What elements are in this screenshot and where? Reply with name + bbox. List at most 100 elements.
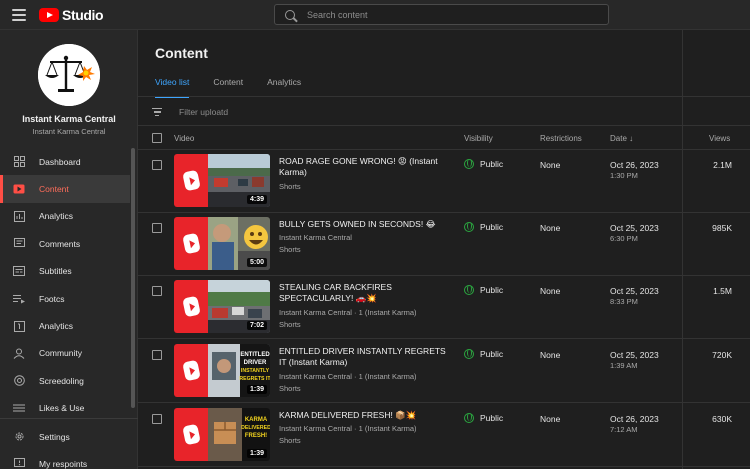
header-visibility[interactable]: Visibility: [464, 134, 493, 143]
view-count: 720K: [712, 350, 732, 360]
playlist-icon: [13, 293, 25, 304]
visibility-status[interactable]: Public: [464, 413, 503, 423]
sidebar-item-settings[interactable]: Settings: [0, 423, 130, 450]
table-header: Video Visibility Restrictions Date ↓ Vie…: [138, 126, 750, 150]
visibility-status[interactable]: Public: [464, 285, 503, 295]
video-duration: 4:39: [246, 195, 267, 204]
visibility-status[interactable]: Public: [464, 159, 503, 169]
sidebar-item-community[interactable]: Community: [0, 340, 130, 367]
visibility-label: Public: [480, 413, 504, 423]
sidebar-item-label: Content: [39, 184, 69, 195]
search-input[interactable]: [307, 9, 597, 20]
video-type: Shorts: [279, 245, 301, 254]
tab-analytics[interactable]: Analytics: [267, 77, 301, 98]
video-title[interactable]: ENTITLED DRIVER INSTANTLY REGRETS IT (In…: [279, 346, 449, 368]
view-count: 2.1M: [713, 160, 732, 170]
svg-text:DELIVERED: DELIVERED: [241, 425, 270, 431]
subtitles-icon: [13, 266, 25, 277]
sidebar-divider: [0, 418, 138, 419]
select-all-checkbox[interactable]: [152, 133, 162, 143]
video-duration: 1:39: [246, 385, 267, 394]
row-checkbox[interactable]: [152, 414, 162, 424]
sidebar-item-dashboard[interactable]: Dashboard: [0, 148, 130, 175]
sidebar-item-label: Settings: [39, 431, 70, 442]
table-row[interactable]: ENTITLED DRIVER INSTANTLY REGRETS IT 1:3…: [138, 340, 750, 403]
video-title[interactable]: STEALING CAR BACKFIRES SPECTACULARLY! 🚗💥: [279, 282, 449, 304]
row-checkbox[interactable]: [152, 223, 162, 233]
row-checkbox[interactable]: [152, 286, 162, 296]
header-date-sort[interactable]: Date ↓: [610, 134, 633, 143]
globe-icon: [464, 285, 474, 295]
row-checkbox[interactable]: [152, 160, 162, 170]
tab-video-list[interactable]: Video list: [155, 77, 190, 98]
publish-time: 8:33 PM: [610, 297, 638, 306]
video-thumbnail[interactable]: 5:00: [174, 217, 270, 270]
video-type: Shorts: [279, 384, 301, 393]
sidebar-item-screedoling[interactable]: Screedoling: [0, 367, 130, 394]
shorts-icon: [181, 169, 201, 192]
view-count: 1.5M: [713, 286, 732, 296]
sidebar-item-analytics[interactable]: Analytics: [0, 203, 130, 230]
gear-icon: [13, 431, 25, 442]
sidebar-scrollbar[interactable]: [131, 148, 135, 408]
visibility-label: Public: [480, 159, 504, 169]
community-icon: [13, 348, 25, 359]
visibility-status[interactable]: Public: [464, 222, 503, 232]
video-thumbnail[interactable]: 7:02: [174, 280, 270, 333]
row-checkbox[interactable]: [152, 350, 162, 360]
view-count: 630K: [712, 414, 732, 424]
filter-icon[interactable]: [152, 108, 162, 116]
svg-text:REGRETS IT: REGRETS IT: [239, 376, 270, 382]
publish-date: Oct 25, 2023: [610, 223, 659, 233]
video-duration: 1:39: [246, 449, 267, 458]
sidebar-item-footcs[interactable]: Footcs: [0, 285, 130, 312]
shorts-icon: [181, 423, 201, 446]
channel-label: Instant Karma Central · 1 (Instant Karma…: [279, 372, 417, 381]
channel-avatar[interactable]: [38, 44, 100, 106]
menu-icon[interactable]: [12, 9, 26, 21]
shorts-badge: [174, 154, 208, 207]
tab-content[interactable]: Content: [213, 77, 243, 98]
video-duration: 5:00: [246, 258, 267, 267]
video-title[interactable]: ROAD RAGE GONE WRONG! 😡 (Instant Karma): [279, 156, 449, 178]
visibility-label: Public: [480, 285, 504, 295]
table-row[interactable]: KARMA DELIVERED FRESH! 1:39 KARMA DELIVE…: [138, 404, 750, 467]
channel-label: Instant Karma Central · 1 (Instant Karma…: [279, 424, 417, 433]
youtube-play-icon: [39, 8, 59, 22]
sidebar-item-label: Subtitles: [39, 266, 72, 277]
dashboard-icon: [13, 156, 25, 168]
table-row[interactable]: 7:02 STEALING CAR BACKFIRES SPECTACULARL…: [138, 276, 750, 339]
shorts-icon: [181, 295, 201, 318]
table-row[interactable]: 5:00 BULLY GETS OWNED IN SECONDS! 😂 Inst…: [138, 213, 750, 276]
sidebar-nav: Dashboard Content Analytics Comments Sub…: [0, 148, 130, 422]
video-title[interactable]: BULLY GETS OWNED IN SECONDS! 😂: [279, 219, 449, 230]
table-row[interactable]: 4:39 ROAD RAGE GONE WRONG! 😡 (Instant Ka…: [138, 150, 750, 213]
sidebar-item-label: Dashboard: [39, 156, 81, 167]
sidebar-item-feedback[interactable]: My respoints: [0, 450, 130, 469]
restrictions-value: None: [540, 223, 561, 233]
view-count: 985K: [712, 223, 732, 233]
visibility-label: Public: [480, 349, 504, 359]
header-views[interactable]: Views: [709, 134, 730, 143]
sidebar-item-analytics-2[interactable]: Analytics: [0, 312, 130, 339]
visibility-status[interactable]: Public: [464, 349, 503, 359]
publish-time: 6:30 PM: [610, 234, 638, 243]
video-thumbnail[interactable]: ENTITLED DRIVER INSTANTLY REGRETS IT 1:3…: [174, 344, 270, 397]
filter-input[interactable]: Filter uploatd: [179, 107, 228, 117]
visibility-label: Public: [480, 222, 504, 232]
search-bar[interactable]: [274, 4, 609, 25]
sidebar-item-label: Analytics: [39, 321, 74, 332]
sidebar-item-content[interactable]: Content: [0, 175, 130, 204]
header-restrictions[interactable]: Restrictions: [540, 134, 582, 143]
shorts-icon: [181, 359, 201, 382]
svg-text:INSTANTLY: INSTANTLY: [241, 368, 270, 374]
filter-bar[interactable]: Filter uploatd: [152, 104, 228, 120]
sidebar-item-comments[interactable]: Comments: [0, 230, 130, 257]
sidebar-item-subtitles[interactable]: Subtitles: [0, 258, 130, 285]
studio-logo[interactable]: Studio: [39, 7, 104, 23]
restrictions-value: None: [540, 350, 561, 360]
channel-name: Instant Karma Central: [22, 114, 116, 124]
video-thumbnail[interactable]: KARMA DELIVERED FRESH! 1:39: [174, 408, 270, 461]
video-title[interactable]: KARMA DELIVERED FRESH! 📦💥: [279, 410, 449, 421]
video-thumbnail[interactable]: 4:39: [174, 154, 270, 207]
